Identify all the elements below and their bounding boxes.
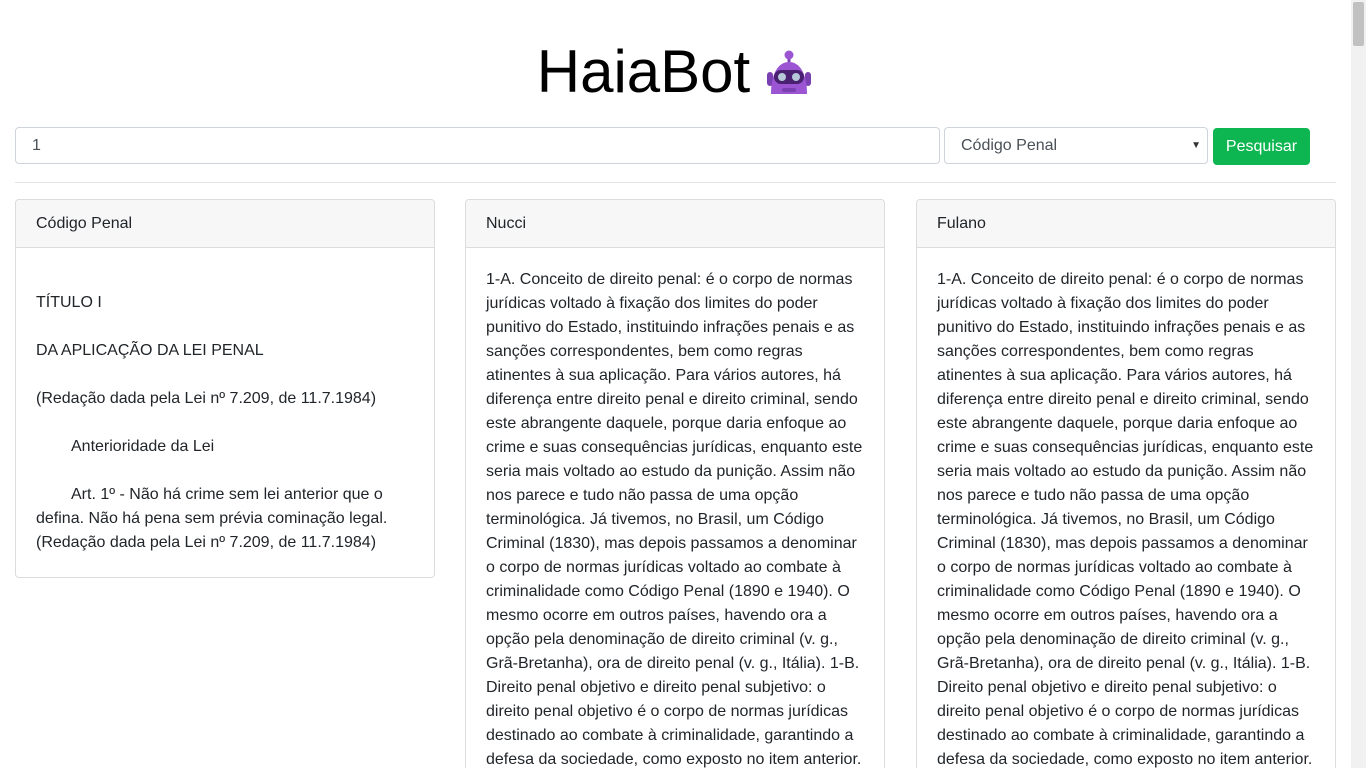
card-body: 1-A. Conceito de direito penal: é o corp… <box>466 248 884 768</box>
card-header: Nucci <box>466 200 884 248</box>
commentary-text: 1-A. Conceito de direito penal: é o corp… <box>937 271 1314 768</box>
app-header: HaiaBot <box>0 34 1351 110</box>
card-codigo-penal: Código Penal TÍTULO I DA APLICAÇÃO DA LE… <box>15 199 435 578</box>
search-button[interactable]: Pesquisar <box>1213 128 1310 165</box>
commentary-text: 1-A. Conceito de direito penal: é o corp… <box>486 271 863 768</box>
divider <box>15 182 1336 183</box>
card-fulano: Fulano 1-A. Conceito de direito penal: é… <box>916 199 1336 768</box>
search-bar: Código Penal ▼ Pesquisar <box>15 127 1336 165</box>
search-input[interactable] <box>15 127 940 164</box>
robot-icon <box>767 50 812 94</box>
law-note: (Redação dada pela Lei nº 7.209, de 11.7… <box>36 390 377 407</box>
card-header: Fulano <box>917 200 1335 248</box>
code-select-value: Código Penal <box>961 137 1058 154</box>
chevron-down-icon: ▼ <box>1191 140 1201 151</box>
law-article: Art. 1º - Não há crime sem lei anterior … <box>36 486 388 551</box>
law-section-title: Anterioridade da Lei <box>71 438 215 455</box>
scrollbar[interactable] <box>1351 0 1366 768</box>
card-body: TÍTULO I DA APLICAÇÃO DA LEI PENAL (Reda… <box>16 248 434 575</box>
card-header: Código Penal <box>16 200 434 248</box>
scrollbar-thumb[interactable] <box>1353 2 1364 46</box>
law-heading: DA APLICAÇÃO DA LEI PENAL <box>36 342 264 359</box>
code-select[interactable]: Código Penal ▼ <box>944 127 1208 164</box>
page: HaiaBot Código Penal ▼ Pesquisar Código … <box>0 0 1351 768</box>
law-title: TÍTULO I <box>36 294 102 311</box>
app-title: HaiaBot <box>536 38 751 105</box>
card-body: 1-A. Conceito de direito penal: é o corp… <box>917 248 1335 768</box>
card-nucci: Nucci 1-A. Conceito de direito penal: é … <box>465 199 885 768</box>
